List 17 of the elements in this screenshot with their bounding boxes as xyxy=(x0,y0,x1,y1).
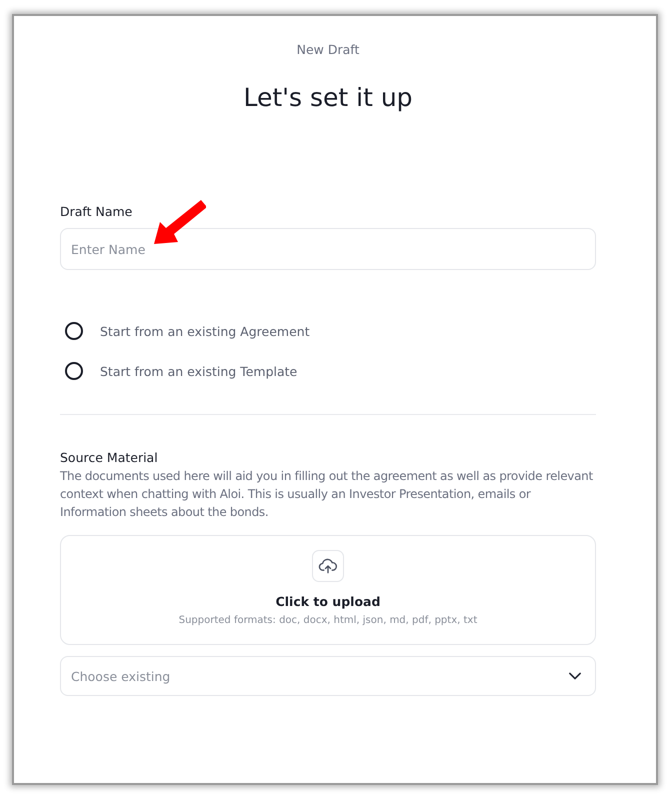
radio-label[interactable]: Start from an existing Agreement xyxy=(100,324,310,338)
field-label: Draft Name xyxy=(60,204,134,219)
page-title: Let's set it up xyxy=(242,83,414,112)
radio-button[interactable] xyxy=(65,322,83,340)
upload-dropzone[interactable]: Click to upload Supported formats: doc, docx, html, json, md, pdf, pptx, txt xyxy=(60,535,596,645)
section-description: The documents used here will aid you in filling out the agreement as well as provide relevant context when chatting with Aloi. This is usually an Investor Presentation, emails or Information sheets about the bonds. xyxy=(60,468,594,521)
radio-label[interactable]: Start from an existing Template xyxy=(100,364,298,378)
chevron-down-icon xyxy=(569,672,581,680)
name-input-field[interactable]: Enter Name xyxy=(60,228,596,270)
annotation-arrow-icon xyxy=(154,198,206,244)
radio-button[interactable] xyxy=(65,362,83,380)
upload-icon xyxy=(312,550,344,582)
upload-formats: Supported formats: doc, docx, html, json, md, pdf, pptx, txt xyxy=(178,615,478,626)
choose-existing-dropdown[interactable]: Choose existing xyxy=(60,656,596,696)
upload-title: Click to upload xyxy=(276,594,380,609)
section-title: Source Material xyxy=(60,450,159,465)
page-subtitle: New Draft xyxy=(296,42,360,57)
